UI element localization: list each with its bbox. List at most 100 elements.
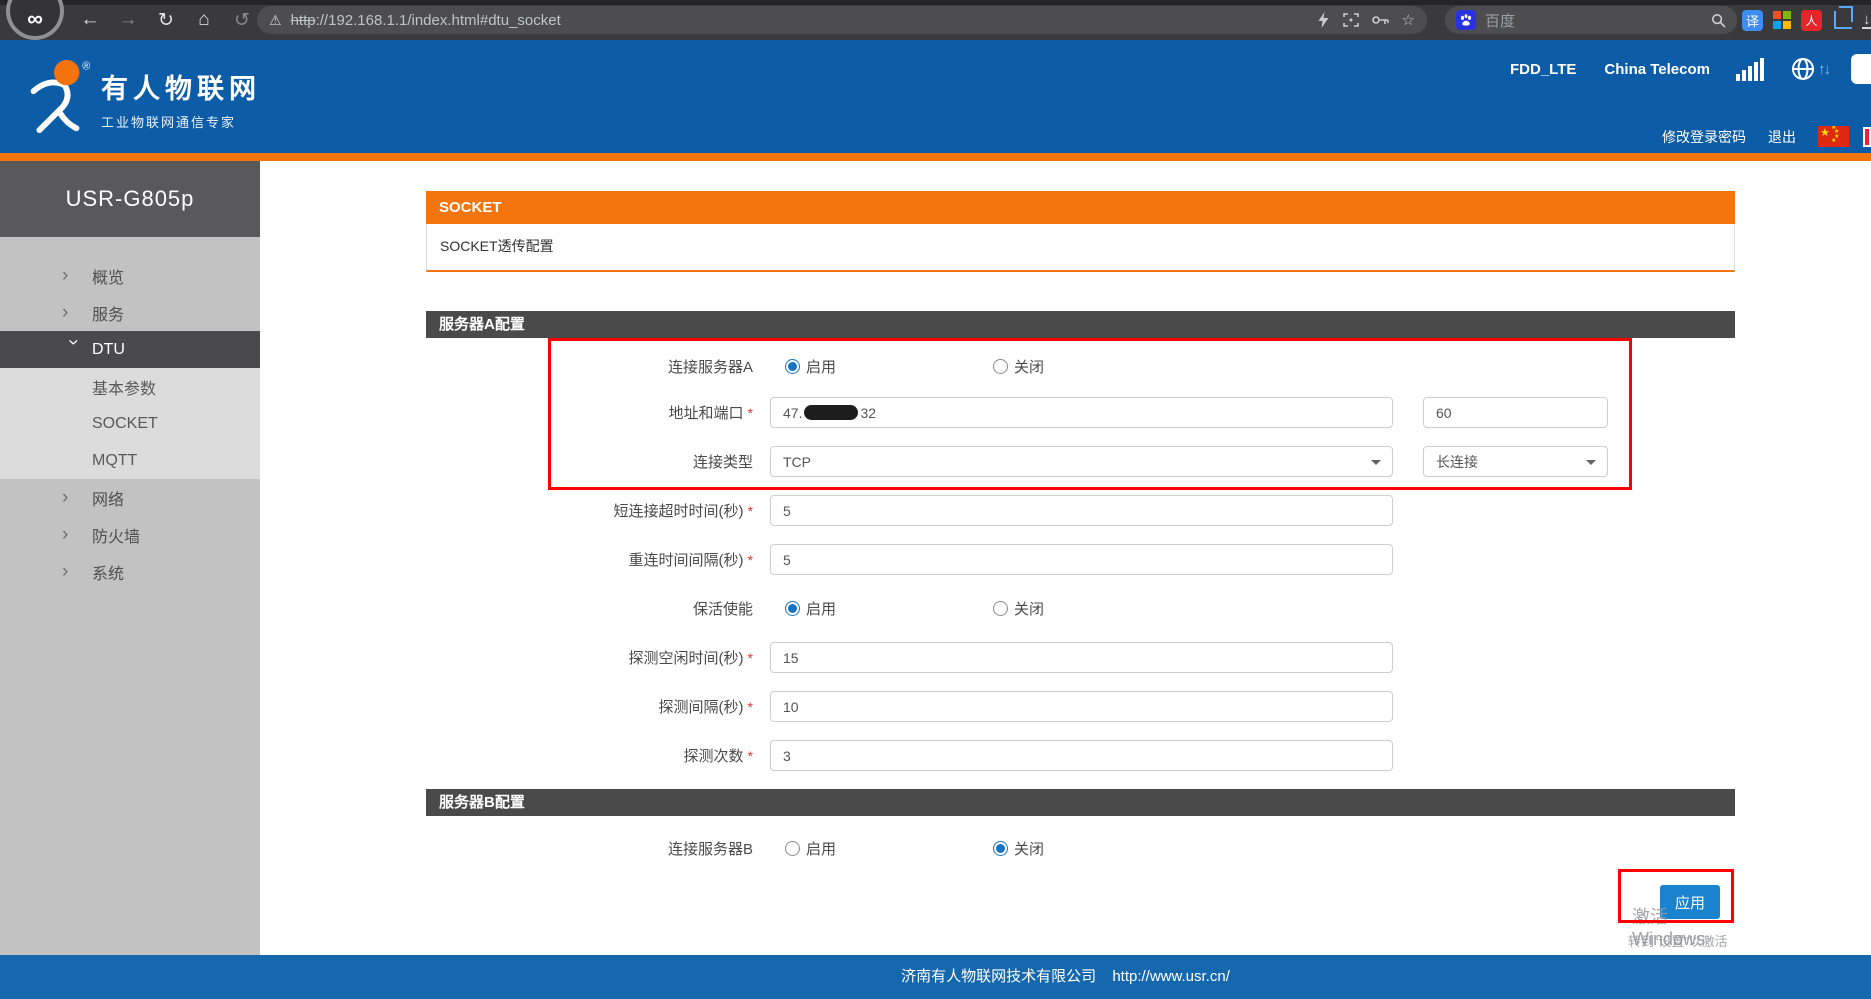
url-text: http://192.168.1.1/index.html#dtu_socket [291, 12, 561, 29]
address-bar[interactable]: ⚠ http://192.168.1.1/index.html#dtu_sock… [257, 6, 1427, 34]
chevron-right-icon: › [62, 524, 84, 546]
address-input[interactable]: 47.32 [770, 397, 1393, 428]
microsoft-extension-icon[interactable] [1773, 11, 1791, 29]
form-row-probe-count: 探测次数* 3 [426, 731, 1735, 780]
lightning-icon[interactable] [1317, 12, 1330, 28]
logout-link[interactable]: 退出 [1768, 127, 1796, 147]
sidebar: USR-G805p › 概览 › 服务 › DTU 基本参数 SOCKET MQ… [0, 161, 260, 955]
form-row-short-timeout: 短连接超时时间(秒)* 5 [426, 486, 1735, 535]
redaction-blob [804, 405, 858, 420]
field-label: 探测空闲时间(秒)* [426, 647, 753, 668]
radio-enable[interactable]: 启用 [785, 838, 836, 859]
port-input[interactable]: 60 [1423, 397, 1608, 428]
radio-off-icon[interactable] [993, 601, 1008, 616]
footer-site-link[interactable]: http://www.usr.cn/ [1112, 968, 1230, 985]
sidebar-subitem-label: SOCKET [92, 415, 158, 433]
sidebar-item-system[interactable]: › 系统 [0, 553, 260, 590]
radio-disable[interactable]: 关闭 [993, 838, 1044, 859]
sidebar-item-label: 网络 [92, 486, 124, 510]
page-footer: 济南有人物联网技术有限公司 http://www.usr.cn/ [0, 955, 1871, 999]
crop-extension-icon[interactable] [1834, 11, 1852, 29]
brand-name: 有人物联网 [101, 67, 261, 106]
radio-on-icon[interactable] [785, 841, 800, 856]
not-secure-warning-icon[interactable]: ⚠ [269, 12, 282, 29]
sidebar-subitem-socket[interactable]: SOCKET [0, 405, 260, 442]
sidebar-subitem-label: MQTT [92, 452, 137, 470]
language-flag-icon[interactable]: ★ ★ ★ ★ ★ [1818, 126, 1849, 147]
baidu-search-box[interactable]: 百度 [1445, 6, 1737, 34]
sidebar-subitem-mqtt[interactable]: MQTT [0, 442, 260, 479]
pdf-extension-icon[interactable]: 人 [1801, 10, 1822, 31]
field-label: 地址和端口* [426, 402, 753, 423]
page-subtitle: SOCKET透传配置 [426, 224, 1735, 272]
cut-off-status-icon [1851, 54, 1871, 84]
probe-idle-input[interactable]: 15 [770, 642, 1393, 673]
chevron-right-icon: › [62, 561, 84, 583]
signal-strength-icon [1736, 57, 1764, 81]
change-password-link[interactable]: 修改登录密码 [1662, 127, 1746, 147]
chevron-right-icon: › [62, 302, 84, 324]
search-icon[interactable] [1711, 13, 1726, 28]
radio-off-icon[interactable] [993, 359, 1008, 374]
form-row-probe-interval: 探测间隔(秒)* 10 [426, 682, 1735, 731]
sidebar-item-network[interactable]: › 网络 [0, 479, 260, 516]
sidebar-item-dtu[interactable]: › DTU [0, 331, 260, 368]
reconnect-interval-input[interactable]: 5 [770, 544, 1393, 575]
sidebar-item-label: DTU [92, 341, 125, 359]
field-label: 连接服务器B [426, 838, 753, 859]
main-content: SOCKET SOCKET透传配置 服务器A配置 连接服务器A 启用 关闭 [260, 161, 1871, 955]
sidebar-subitem-basic-params[interactable]: 基本参数 [0, 368, 260, 405]
back-icon[interactable]: ← [78, 9, 102, 31]
browser-toolbar: ← → ↻ ⌂ ↺ ☆ ⚠ http://192.168.1.1/index.h… [0, 0, 1871, 40]
field-label: 短连接超时时间(秒)* [426, 500, 753, 521]
sidebar-item-overview[interactable]: › 概览 [0, 257, 260, 294]
radio-off-icon[interactable] [993, 841, 1008, 856]
short-timeout-input[interactable]: 5 [770, 495, 1393, 526]
keepalive-radio-group: 启用 关闭 [785, 598, 1044, 619]
sidebar-item-services[interactable]: › 服务 [0, 294, 260, 331]
field-label: 探测次数* [426, 745, 753, 766]
key-icon[interactable] [1372, 14, 1389, 26]
app-header: ® 有人物联网 工业物联网通信专家 FDD_LTE China Telecom … [0, 40, 1871, 153]
radio-disable[interactable]: 关闭 [993, 598, 1044, 619]
download-icon[interactable]: ↓ [1862, 12, 1871, 29]
field-label: 连接服务器A [426, 356, 753, 377]
protocol-select[interactable]: TCP [770, 446, 1393, 477]
section-a-header: 服务器A配置 [426, 311, 1735, 338]
favorite-star-icon[interactable]: ☆ [1402, 11, 1415, 29]
usr-logo: ® [16, 58, 94, 141]
form-row-connect-b: 连接服务器B 启用 关闭 [426, 824, 1735, 873]
home-icon[interactable]: ⌂ [192, 9, 216, 31]
connect-a-radio-group: 启用 关闭 [785, 356, 1044, 377]
form-row-connection-type: 连接类型 TCP 长连接 [426, 437, 1735, 486]
undo-icon[interactable]: ↺ [230, 9, 254, 32]
translate-extension-icon[interactable]: 译 [1742, 10, 1763, 31]
connection-mode-select[interactable]: 长连接 [1423, 446, 1608, 477]
forward-icon[interactable]: → [116, 9, 140, 31]
footer-company: 济南有人物联网技术有限公司 [901, 968, 1096, 985]
field-label: 重连时间间隔(秒)* [426, 549, 753, 570]
radio-on-icon[interactable] [785, 359, 800, 374]
probe-count-input[interactable]: 3 [770, 740, 1393, 771]
sidebar-item-firewall[interactable]: › 防火墙 [0, 516, 260, 553]
brand-slogan: 工业物联网通信专家 [101, 112, 236, 131]
cut-off-flag-icon [1863, 127, 1871, 147]
field-label: 探测间隔(秒)* [426, 696, 753, 717]
probe-interval-input[interactable]: 10 [770, 691, 1393, 722]
sidebar-item-label: 服务 [92, 301, 124, 325]
page: ← → ↻ ⌂ ↺ ☆ ⚠ http://192.168.1.1/index.h… [0, 0, 1871, 999]
screenshot-icon[interactable] [1343, 13, 1359, 27]
chevron-down-icon: › [62, 339, 84, 361]
sidebar-item-label: 系统 [92, 560, 124, 584]
network-mode: FDD_LTE [1510, 61, 1576, 78]
radio-enable[interactable]: 启用 [785, 356, 836, 377]
incognito-icon: ∞ [27, 6, 43, 32]
radio-disable[interactable]: 关闭 [993, 356, 1044, 377]
chevron-right-icon: › [62, 487, 84, 509]
radio-enable[interactable]: 启用 [785, 598, 836, 619]
svg-text:®: ® [82, 61, 90, 73]
data-traffic-icon: ↑↓ [1790, 56, 1829, 82]
radio-on-icon[interactable] [785, 601, 800, 616]
profile-avatar[interactable]: ∞ [6, 0, 64, 40]
reload-icon[interactable]: ↻ [154, 9, 178, 32]
